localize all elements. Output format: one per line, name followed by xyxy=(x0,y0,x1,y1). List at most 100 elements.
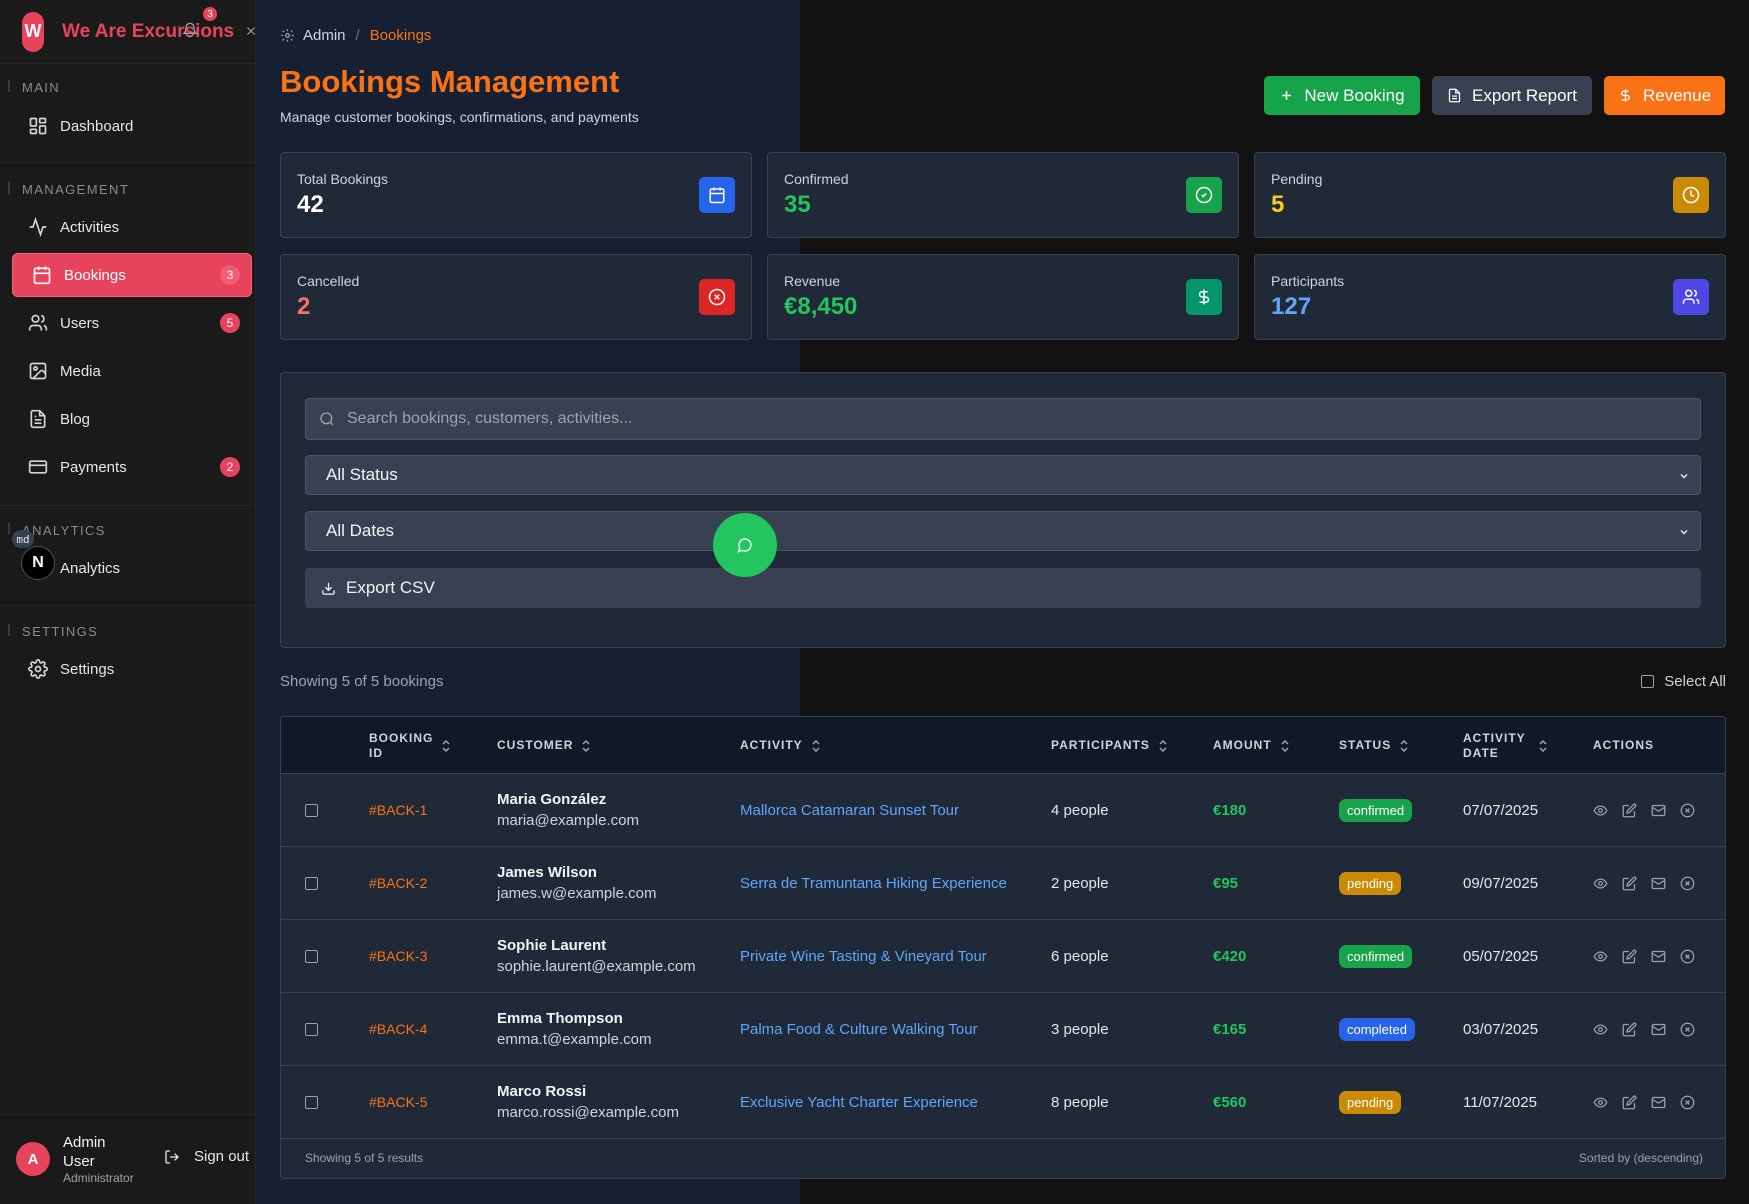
sign-out-button[interactable]: Sign out xyxy=(164,1148,249,1165)
export-csv-label: Export CSV xyxy=(346,578,435,597)
actions-cell xyxy=(1593,847,1695,919)
mail-icon[interactable] xyxy=(1651,876,1666,891)
sort-icon xyxy=(1538,739,1548,752)
mail-icon[interactable] xyxy=(1651,803,1666,818)
column-header-activity-date[interactable]: ACTIVITY DATE xyxy=(1463,717,1548,774)
cancel-circle-icon[interactable] xyxy=(1680,1095,1695,1110)
participants-count: 3 people xyxy=(1051,1020,1109,1038)
dev-badge[interactable]: md xyxy=(12,530,34,548)
dates-select[interactable]: All Dates xyxy=(305,511,1701,551)
edit-icon[interactable] xyxy=(1622,1095,1637,1110)
column-header-activity[interactable]: ACTIVITY xyxy=(740,717,821,774)
chat-button[interactable] xyxy=(713,513,777,577)
brand-name[interactable]: We Are Excursions xyxy=(62,20,234,43)
export-csv-button[interactable]: Export CSV xyxy=(305,568,1701,608)
n-logo-icon[interactable]: N xyxy=(21,546,55,580)
brand-logo[interactable]: W xyxy=(22,11,44,52)
edit-icon[interactable] xyxy=(1622,803,1637,818)
search-input[interactable] xyxy=(347,410,1647,428)
cancel-circle-icon[interactable] xyxy=(1680,1022,1695,1037)
row-select-cell xyxy=(305,920,318,992)
sidebar-item-media[interactable]: Media xyxy=(12,349,252,393)
divider xyxy=(0,162,256,163)
gear-icon xyxy=(280,28,295,43)
activity-link[interactable]: Palma Food & Culture Walking Tour xyxy=(740,993,978,1065)
stat-card-revenue: Revenue €8,450 xyxy=(767,254,1239,340)
column-header-status[interactable]: STATUS xyxy=(1339,717,1409,774)
cancel-circle-icon[interactable] xyxy=(1680,803,1695,818)
row-checkbox[interactable] xyxy=(305,803,318,817)
activity-date: 05/07/2025 xyxy=(1463,947,1539,965)
stat-value: 127 xyxy=(1271,293,1312,320)
edit-icon[interactable] xyxy=(1622,949,1637,964)
activity-link[interactable]: Serra de Tramuntana Hiking Experience xyxy=(740,847,1007,919)
mail-icon[interactable] xyxy=(1651,1022,1666,1037)
table-row[interactable]: #BACK-1 Maria González maria@example.com Ma… xyxy=(281,774,1725,847)
booking-id: #BACK-5 xyxy=(369,1094,428,1110)
edit-icon[interactable] xyxy=(1622,1022,1637,1037)
sidebar-item-settings[interactable]: Settings xyxy=(12,647,252,691)
sidebar-item-label: Bookings xyxy=(64,266,126,284)
row-checkbox[interactable] xyxy=(305,1022,318,1036)
sidebar-item-activities[interactable]: Activities xyxy=(12,205,252,249)
count-badge: 5 xyxy=(220,313,240,333)
cancel-circle-icon[interactable] xyxy=(1680,876,1695,891)
column-header-amount[interactable]: AMOUNT xyxy=(1213,717,1290,774)
revenue-button[interactable]: Revenue xyxy=(1604,76,1725,115)
activity-date: 11/07/2025 xyxy=(1463,1093,1537,1111)
activity-link[interactable]: Mallorca Catamaran Sunset Tour xyxy=(740,774,959,846)
export-report-button[interactable]: Export Report xyxy=(1432,76,1592,115)
select-all-toggle[interactable]: Select All xyxy=(1641,673,1726,690)
mail-icon[interactable] xyxy=(1651,949,1666,964)
status-cell: pending xyxy=(1339,847,1402,919)
customer-email: emma.t@example.com xyxy=(497,1031,652,1048)
table-row[interactable]: #BACK-2 James Wilson james.w@example.com Se… xyxy=(281,847,1725,920)
customer-cell: Marco Rossi marco.rossi@example.com xyxy=(497,1066,679,1138)
sort-icon xyxy=(581,739,591,752)
search-box[interactable] xyxy=(305,398,1701,440)
row-checkbox[interactable] xyxy=(305,876,318,890)
column-header-participants[interactable]: PARTICIPANTS xyxy=(1051,717,1168,774)
edit-icon[interactable] xyxy=(1622,876,1637,891)
x-circle-icon xyxy=(699,279,735,315)
sidebar-item-bookings[interactable]: Bookings 3 xyxy=(12,253,252,297)
eye-icon[interactable] xyxy=(1593,1022,1608,1037)
sidebar-item-label: Activities xyxy=(60,218,120,236)
status-badge: pending xyxy=(1339,1090,1402,1114)
column-header-customer[interactable]: CUSTOMER xyxy=(497,717,591,774)
table-row[interactable]: #BACK-5 Marco Rossi marco.rossi@example.co… xyxy=(281,1066,1725,1139)
eye-icon[interactable] xyxy=(1593,803,1608,818)
cancel-circle-icon[interactable] xyxy=(1680,949,1695,964)
avatar[interactable]: A xyxy=(16,1142,50,1176)
status-select[interactable]: All Status xyxy=(305,455,1701,495)
eye-icon[interactable] xyxy=(1593,876,1608,891)
export-report-label: Export Report xyxy=(1472,85,1577,105)
sidebar-header: W We Are Excursions 3 xyxy=(0,0,255,64)
column-header-actions: ACTIONS xyxy=(1593,717,1654,774)
new-booking-button[interactable]: New Booking xyxy=(1264,76,1420,115)
sidebar-item-dashboard[interactable]: Dashboard xyxy=(12,104,252,148)
eye-icon[interactable] xyxy=(1593,949,1608,964)
eye-icon[interactable] xyxy=(1593,1095,1608,1110)
column-label: ACTIVITY xyxy=(740,738,803,752)
file-text-icon xyxy=(1447,88,1472,103)
breadcrumb-admin[interactable]: Admin xyxy=(303,27,346,44)
logout-icon xyxy=(164,1149,194,1165)
customer-email: sophie.laurent@example.com xyxy=(497,958,696,975)
row-checkbox[interactable] xyxy=(305,949,318,963)
mail-icon[interactable] xyxy=(1651,1095,1666,1110)
activity-link[interactable]: Private Wine Tasting & Vineyard Tour xyxy=(740,920,987,992)
sidebar-item-payments[interactable]: Payments 2 xyxy=(12,445,252,489)
row-checkbox[interactable] xyxy=(305,1095,318,1109)
table-row[interactable]: #BACK-3 Sophie Laurent sophie.laurent@exam… xyxy=(281,920,1725,993)
sidebar-item-users[interactable]: Users 5 xyxy=(12,301,252,345)
column-header-booking-id[interactable]: BOOKING ID xyxy=(369,717,450,774)
stat-label: Participants xyxy=(1271,273,1345,289)
customer-name: Emma Thompson xyxy=(497,1010,623,1027)
amount-value: €420 xyxy=(1213,947,1247,965)
select-all-checkbox[interactable] xyxy=(1641,675,1655,688)
table-row[interactable]: #BACK-4 Emma Thompson emma.t@example.com Pa… xyxy=(281,993,1725,1066)
activity-link[interactable]: Exclusive Yacht Charter Experience xyxy=(740,1066,978,1138)
sidebar-item-blog[interactable]: Blog xyxy=(12,397,252,441)
bell-icon[interactable] xyxy=(182,22,198,38)
